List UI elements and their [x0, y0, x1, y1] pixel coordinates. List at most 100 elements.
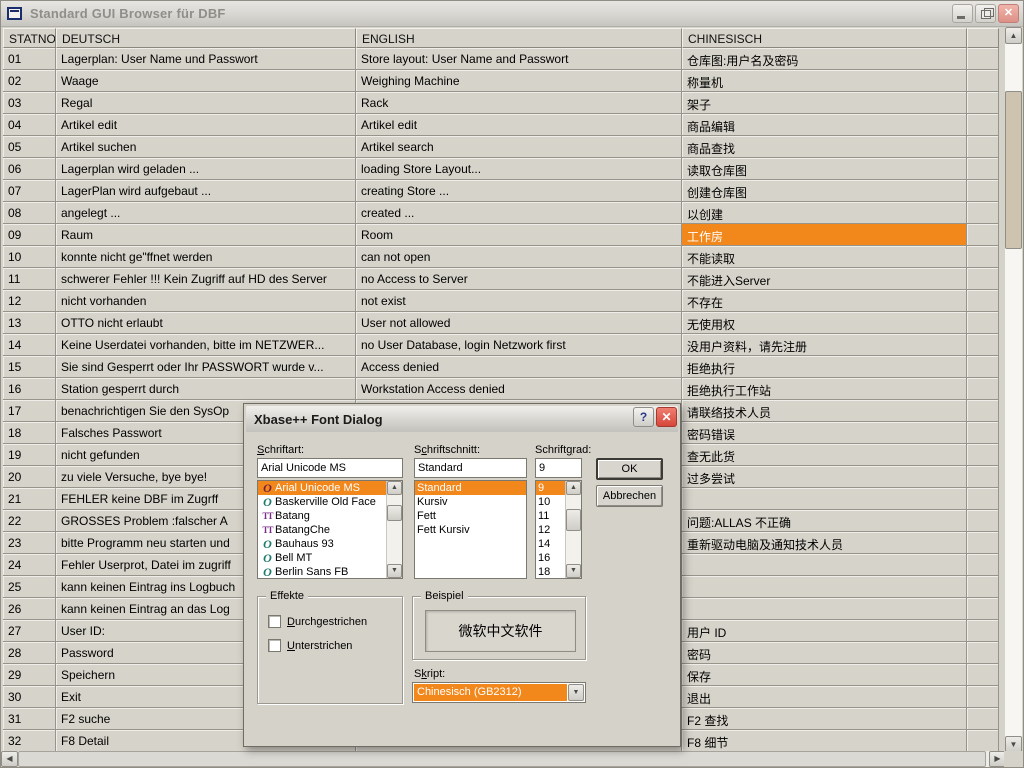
deutsch-cell[interactable]: Artikel edit [56, 114, 356, 136]
filler-cell[interactable] [967, 48, 999, 70]
table-row[interactable]: 07LagerPlan wird aufgebaut ...creating S… [3, 180, 999, 202]
statno-cell[interactable]: 06 [3, 158, 56, 180]
chinesisch-cell[interactable]: 用户 ID [682, 620, 967, 642]
statno-cell[interactable]: 10 [3, 246, 56, 268]
chinesisch-cell[interactable]: F2 查找 [682, 708, 967, 730]
filler-cell[interactable] [967, 400, 999, 422]
table-row[interactable]: 05Artikel suchenArtikel search商品查找 [3, 136, 999, 158]
script-combobox[interactable]: Chinesisch (GB2312) ▼ [412, 682, 586, 703]
statno-cell[interactable]: 19 [3, 444, 56, 466]
deutsch-cell[interactable]: LagerPlan wird aufgebaut ... [56, 180, 356, 202]
size-list-scrollbar[interactable]: ▲ ▼ [565, 481, 581, 578]
filler-cell[interactable] [967, 202, 999, 224]
statno-cell[interactable]: 04 [3, 114, 56, 136]
chinesisch-cell[interactable]: 创建仓库图 [682, 180, 967, 202]
table-row[interactable]: 04Artikel editArtikel edit商品编辑 [3, 114, 999, 136]
chinesisch-cell[interactable]: 不存在 [682, 290, 967, 312]
filler-cell[interactable] [967, 224, 999, 246]
chinesisch-cell[interactable]: 拒绝执行工作站 [682, 378, 967, 400]
table-row[interactable]: 06Lagerplan wird geladen ...loading Stor… [3, 158, 999, 180]
english-cell[interactable]: no User Database, login Netzwork first [356, 334, 682, 356]
size-list-scroll-up-icon[interactable]: ▲ [566, 481, 581, 495]
filler-cell[interactable] [967, 510, 999, 532]
filler-cell[interactable] [967, 664, 999, 686]
ok-button[interactable]: OK [596, 458, 663, 480]
english-cell[interactable]: Workstation Access denied [356, 378, 682, 400]
size-list-scroll-thumb[interactable] [566, 509, 581, 531]
filler-cell[interactable] [967, 598, 999, 620]
statno-cell[interactable]: 28 [3, 642, 56, 664]
font-style-input[interactable] [414, 458, 527, 478]
dialog-help-button[interactable]: ? [633, 407, 654, 427]
font-name-input[interactable] [257, 458, 403, 478]
statno-cell[interactable]: 03 [3, 92, 56, 114]
table-row[interactable]: 12nicht vorhandennot exist不存在 [3, 290, 999, 312]
statno-cell[interactable]: 09 [3, 224, 56, 246]
strikeout-checkbox[interactable] [268, 615, 281, 628]
close-button[interactable]: ✕ [998, 4, 1019, 23]
statno-cell[interactable]: 27 [3, 620, 56, 642]
size-list-scroll-down-icon[interactable]: ▼ [566, 564, 581, 578]
scroll-up-icon[interactable]: ▲ [1005, 27, 1022, 44]
chinesisch-cell[interactable]: 读取仓库图 [682, 158, 967, 180]
filler-cell[interactable] [967, 466, 999, 488]
chinesisch-cell[interactable]: 密码 [682, 642, 967, 664]
statno-cell[interactable]: 01 [3, 48, 56, 70]
deutsch-cell[interactable]: Raum [56, 224, 356, 246]
english-cell[interactable]: creating Store ... [356, 180, 682, 202]
statno-cell[interactable]: 13 [3, 312, 56, 334]
filler-cell[interactable] [967, 246, 999, 268]
chinesisch-cell[interactable]: 商品查找 [682, 136, 967, 158]
chinesisch-cell[interactable]: 商品编辑 [682, 114, 967, 136]
statno-cell[interactable]: 23 [3, 532, 56, 554]
statno-cell[interactable]: 16 [3, 378, 56, 400]
filler-cell[interactable] [967, 158, 999, 180]
filler-cell[interactable] [967, 620, 999, 642]
style-list-item[interactable]: Standard [415, 481, 526, 495]
vertical-scrollbar[interactable]: ▲ ▼ [1005, 27, 1022, 753]
chinesisch-cell[interactable]: 称量机 [682, 70, 967, 92]
english-cell[interactable]: not exist [356, 290, 682, 312]
horizontal-scrollbar[interactable]: ◀ ▶ [1, 751, 1006, 767]
combo-dropdown-icon[interactable]: ▼ [568, 684, 584, 701]
deutsch-cell[interactable]: nicht vorhanden [56, 290, 356, 312]
chinesisch-cell[interactable]: 以创建 [682, 202, 967, 224]
filler-cell[interactable] [967, 92, 999, 114]
chinesisch-cell[interactable]: 保存 [682, 664, 967, 686]
statno-cell[interactable]: 24 [3, 554, 56, 576]
statno-cell[interactable]: 15 [3, 356, 56, 378]
chinesisch-cell[interactable] [682, 488, 967, 510]
font-list-scroll-thumb[interactable] [387, 505, 402, 521]
statno-cell[interactable]: 18 [3, 422, 56, 444]
english-cell[interactable]: Artikel search [356, 136, 682, 158]
statno-cell[interactable]: 22 [3, 510, 56, 532]
english-cell[interactable]: no Access to Server [356, 268, 682, 290]
chinesisch-cell[interactable] [682, 554, 967, 576]
column-header[interactable] [967, 28, 999, 48]
filler-cell[interactable] [967, 554, 999, 576]
chinesisch-cell[interactable]: 查无此货 [682, 444, 967, 466]
table-row[interactable]: 03RegalRack架子 [3, 92, 999, 114]
deutsch-cell[interactable]: OTTO nicht erlaubt [56, 312, 356, 334]
style-list-item[interactable]: Fett [415, 509, 526, 523]
deutsch-cell[interactable]: Station gesperrt durch [56, 378, 356, 400]
chinesisch-cell[interactable]: 重新驱动电脑及通知技术人员 [682, 532, 967, 554]
english-cell[interactable]: Rack [356, 92, 682, 114]
statno-cell[interactable]: 02 [3, 70, 56, 92]
statno-cell[interactable]: 29 [3, 664, 56, 686]
english-cell[interactable]: loading Store Layout... [356, 158, 682, 180]
table-row[interactable]: 11schwerer Fehler !!! Kein Zugriff auf H… [3, 268, 999, 290]
chinesisch-cell[interactable]: 架子 [682, 92, 967, 114]
chinesisch-cell[interactable]: 无使用权 [682, 312, 967, 334]
deutsch-cell[interactable]: Lagerplan wird geladen ... [56, 158, 356, 180]
column-header[interactable]: STATNO [3, 28, 56, 48]
dialog-close-button[interactable]: ✕ [656, 407, 677, 427]
english-cell[interactable]: User not allowed [356, 312, 682, 334]
restore-button[interactable] [975, 4, 996, 23]
filler-cell[interactable] [967, 422, 999, 444]
statno-cell[interactable]: 07 [3, 180, 56, 202]
english-cell[interactable]: Weighing Machine [356, 70, 682, 92]
chinesisch-cell[interactable]: F8 细节 [682, 730, 967, 752]
filler-cell[interactable] [967, 378, 999, 400]
statno-cell[interactable]: 31 [3, 708, 56, 730]
